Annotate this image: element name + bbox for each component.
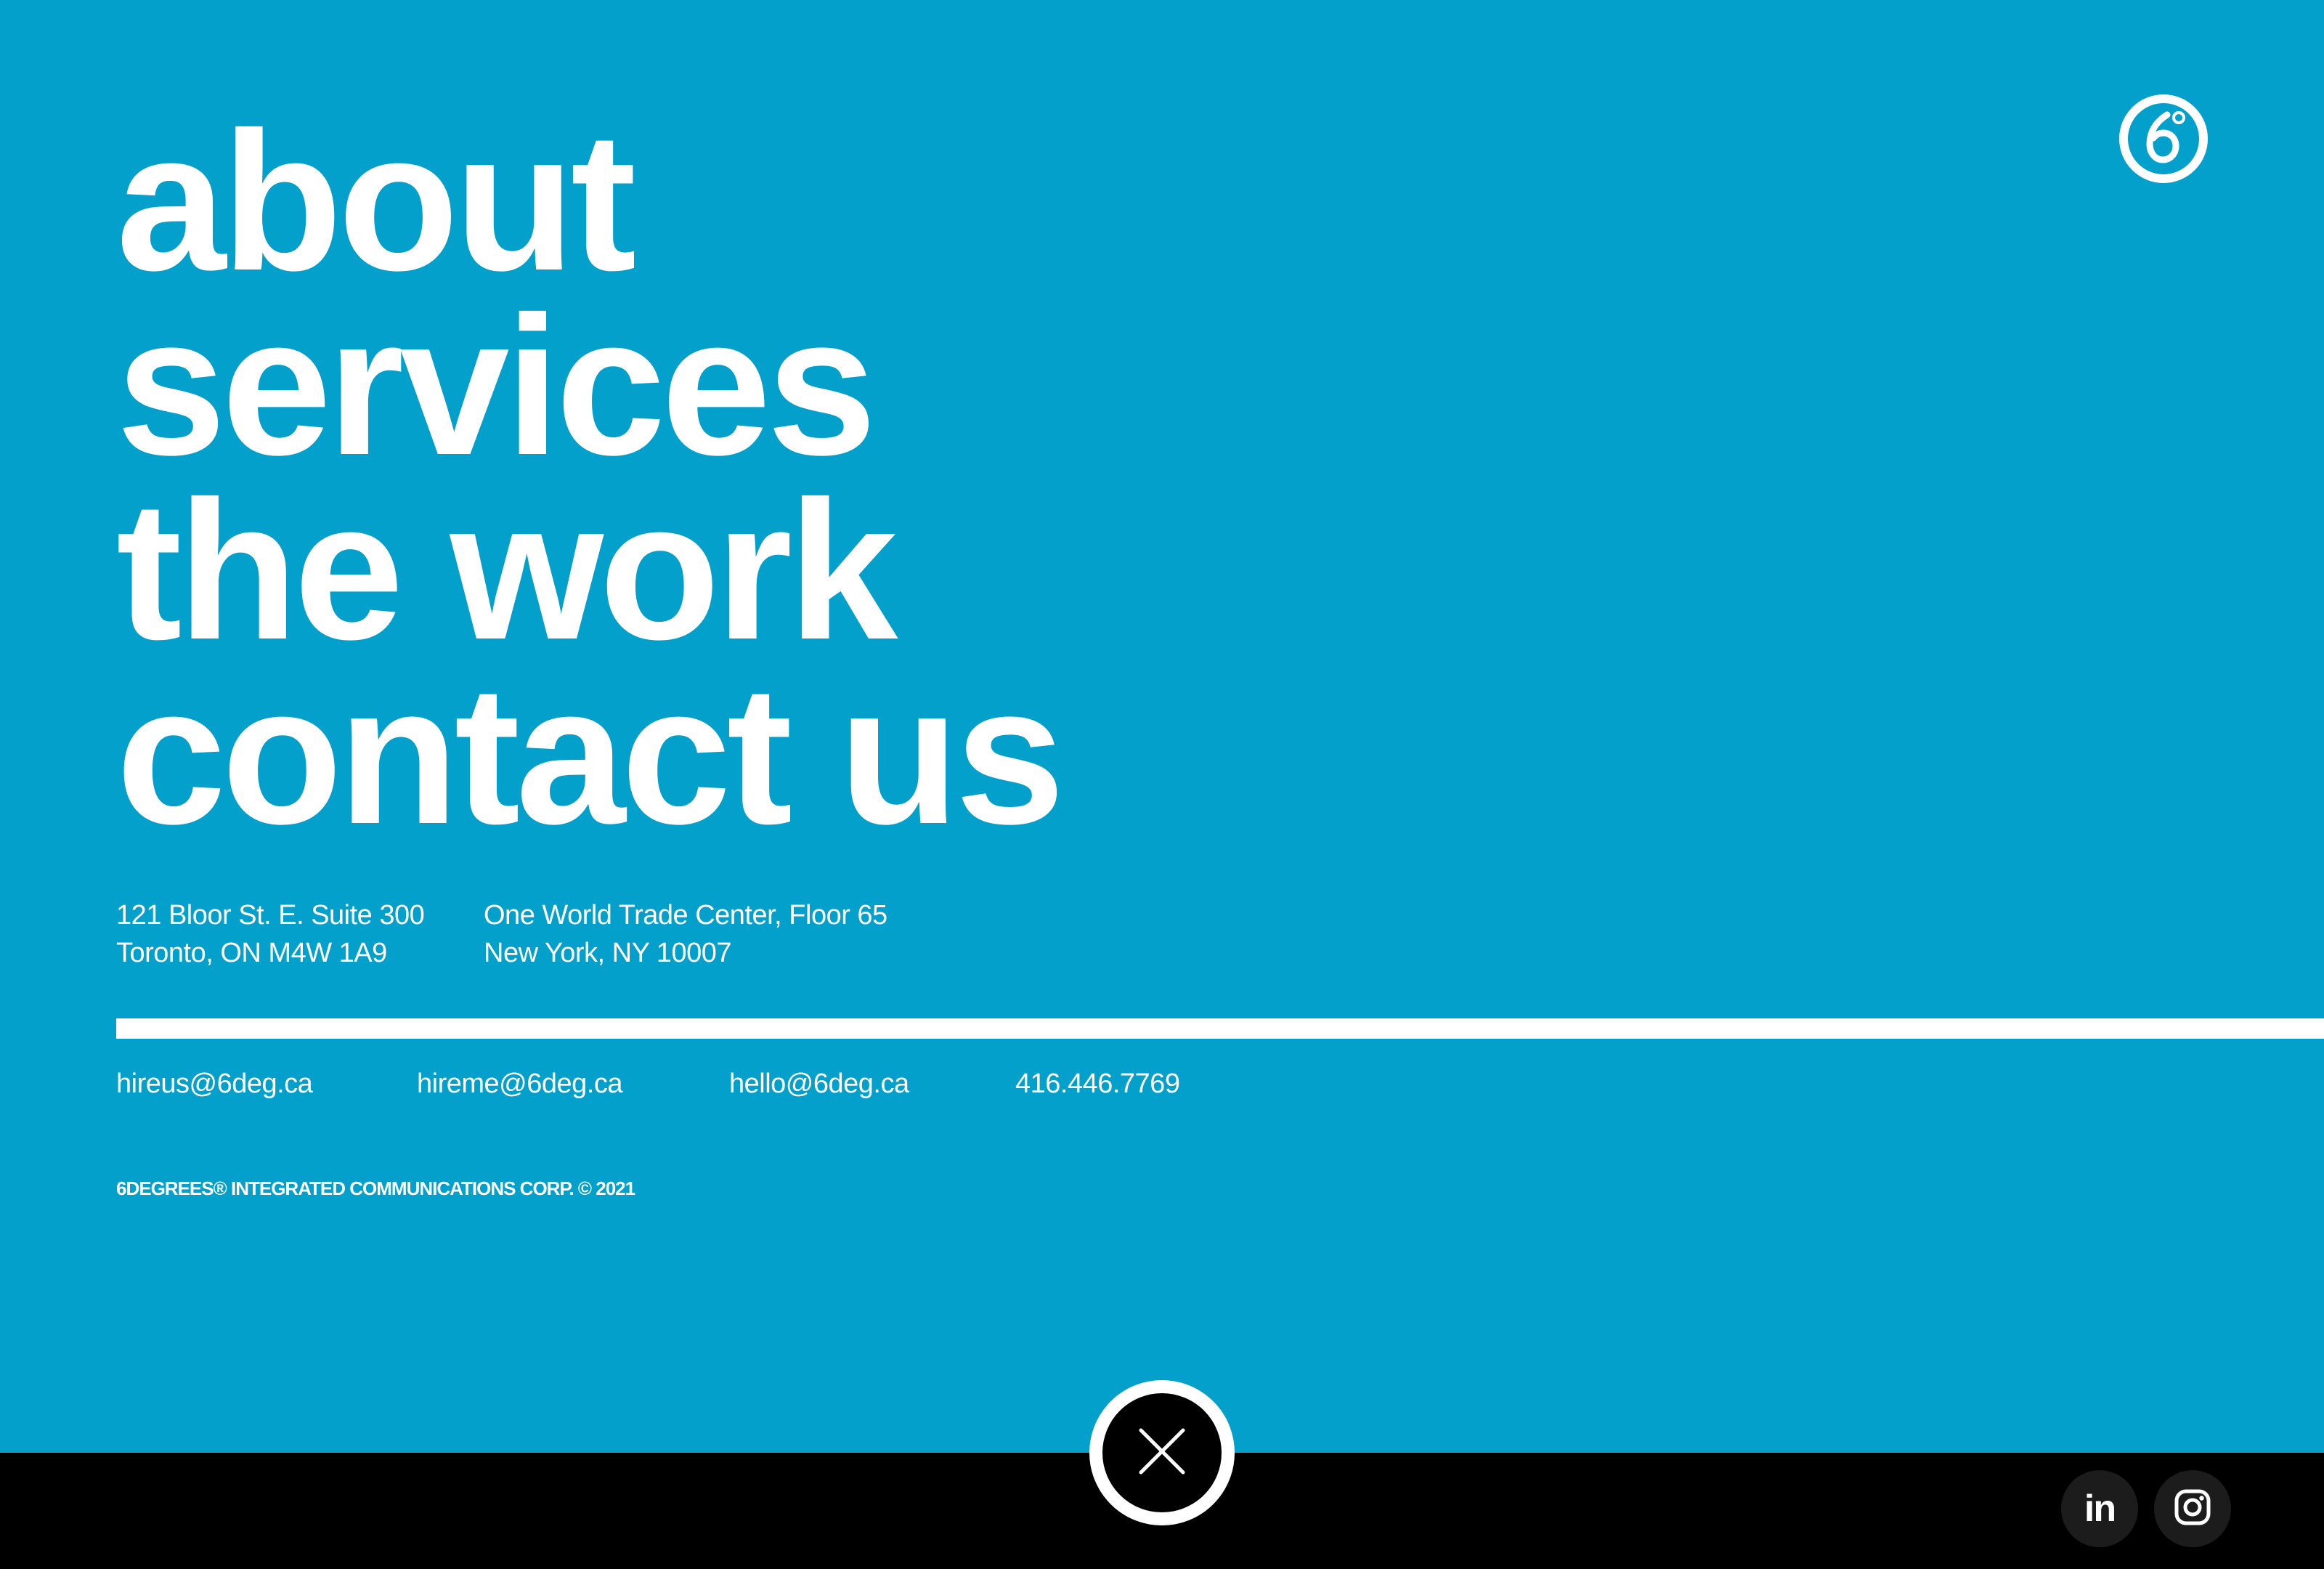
nav-item-the-work: the work bbox=[116, 471, 1060, 669]
instagram-button[interactable] bbox=[2154, 1470, 2231, 1547]
menu-overlay: about services the work contact us 121 B… bbox=[0, 0, 2324, 1453]
email-hireus-link[interactable]: hireus@6deg.ca bbox=[116, 1063, 313, 1104]
linkedin-icon: in bbox=[2084, 1488, 2116, 1530]
main-nav: about services the work contact us bbox=[116, 102, 1065, 854]
address-new-york-line2: New York, NY 10007 bbox=[484, 938, 731, 968]
address-toronto-line2: Toronto, ON M4W 1A9 bbox=[116, 938, 387, 968]
address-toronto-line1: 121 Bloor St. E. Suite 300 bbox=[116, 900, 425, 931]
nav-item-about: about bbox=[116, 102, 1060, 300]
divider bbox=[116, 1018, 2324, 1039]
email-hello-link[interactable]: hello@6deg.ca bbox=[729, 1063, 909, 1104]
instagram-icon bbox=[2174, 1488, 2211, 1530]
nav-item-services: services bbox=[116, 287, 1060, 485]
phone-link[interactable]: 416.446.7769 bbox=[1015, 1063, 1180, 1104]
copyright: 6DEGREES® INTEGRATED COMMUNICATIONS CORP… bbox=[116, 1177, 635, 1199]
address-new-york: One World Trade Center, Floor 65 New Yor… bbox=[484, 896, 887, 972]
address-toronto: 121 Bloor St. E. Suite 300 Toronto, ON M… bbox=[116, 896, 425, 972]
close-icon bbox=[1138, 1427, 1186, 1479]
address-new-york-line1: One World Trade Center, Floor 65 bbox=[484, 900, 887, 931]
close-button[interactable] bbox=[1089, 1380, 1235, 1525]
nav-item-contact-us: contact us bbox=[116, 656, 1065, 854]
six-degrees-logo-icon[interactable] bbox=[2118, 93, 2209, 185]
nav-link-contact-us[interactable]: contact us bbox=[116, 644, 1065, 865]
email-hireme-link[interactable]: hireme@6deg.ca bbox=[417, 1063, 622, 1104]
linkedin-button[interactable]: in bbox=[2061, 1470, 2138, 1547]
